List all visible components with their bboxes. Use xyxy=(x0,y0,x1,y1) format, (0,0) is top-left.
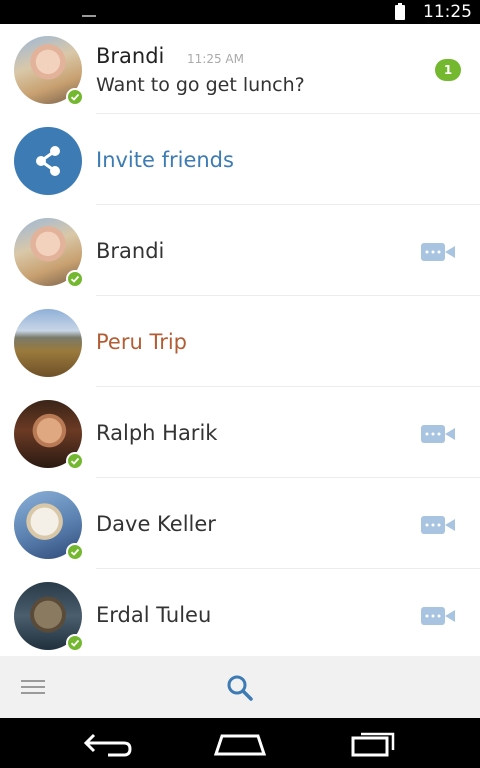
contact-name: Brandi xyxy=(96,239,165,263)
unread-badge: 1 xyxy=(435,59,461,81)
online-status-icon xyxy=(66,88,84,106)
contact-row-ralph-harik[interactable]: Ralph Harik xyxy=(0,388,480,478)
avatar xyxy=(14,491,84,561)
group-row-peru-trip[interactable]: Peru Trip xyxy=(0,297,480,387)
hamburger-menu-icon[interactable] xyxy=(21,678,45,696)
video-camera-icon[interactable] xyxy=(421,607,455,625)
share-icon-circle xyxy=(14,127,82,195)
contact-name: Dave Keller xyxy=(96,512,216,536)
divider xyxy=(96,113,480,114)
search-icon[interactable] xyxy=(226,674,254,702)
status-bar: 11:25 xyxy=(0,0,480,24)
bottom-app-bar xyxy=(0,656,480,718)
avatar xyxy=(14,309,82,377)
invite-friends-label: Invite friends xyxy=(96,148,234,172)
battery-icon xyxy=(395,3,405,20)
invite-friends-row[interactable]: Invite friends xyxy=(0,115,480,205)
chat-list[interactable]: Brandi 11:25 AM Want to go get lunch? 1 … xyxy=(0,24,480,656)
divider xyxy=(96,477,480,478)
divider xyxy=(96,568,480,569)
notification-icon xyxy=(82,15,96,17)
avatar xyxy=(14,36,84,106)
contact-name: Erdal Tuleu xyxy=(96,603,212,627)
share-icon xyxy=(36,146,60,176)
home-icon[interactable] xyxy=(210,728,270,758)
conversation-name: Brandi xyxy=(96,44,165,68)
divider xyxy=(96,295,480,296)
divider xyxy=(96,204,480,205)
contact-row-brandi[interactable]: Brandi xyxy=(0,206,480,296)
contact-row-erdal-tuleu[interactable]: Erdal Tuleu xyxy=(0,570,480,660)
video-camera-icon[interactable] xyxy=(421,243,455,261)
status-time: 11:25 xyxy=(423,2,472,22)
video-camera-icon[interactable] xyxy=(421,425,455,443)
message-preview: Want to go get lunch? xyxy=(96,74,305,96)
avatar-photo xyxy=(14,309,82,377)
online-status-icon xyxy=(66,543,84,561)
avatar xyxy=(14,582,84,652)
online-status-icon xyxy=(66,452,84,470)
conversation-row-brandi[interactable]: Brandi 11:25 AM Want to go get lunch? 1 xyxy=(0,24,480,114)
video-camera-icon[interactable] xyxy=(421,516,455,534)
conversation-time: 11:25 AM xyxy=(187,52,244,66)
avatar xyxy=(14,218,84,288)
system-navigation-bar xyxy=(0,718,480,768)
divider xyxy=(96,386,480,387)
contact-name: Ralph Harik xyxy=(96,421,218,445)
online-status-icon xyxy=(66,270,84,288)
avatar xyxy=(14,400,84,470)
back-icon[interactable] xyxy=(78,728,138,758)
group-name: Peru Trip xyxy=(96,330,187,354)
contact-row-dave-keller[interactable]: Dave Keller xyxy=(0,479,480,569)
recent-apps-icon[interactable] xyxy=(343,728,403,758)
online-status-icon xyxy=(66,634,84,652)
